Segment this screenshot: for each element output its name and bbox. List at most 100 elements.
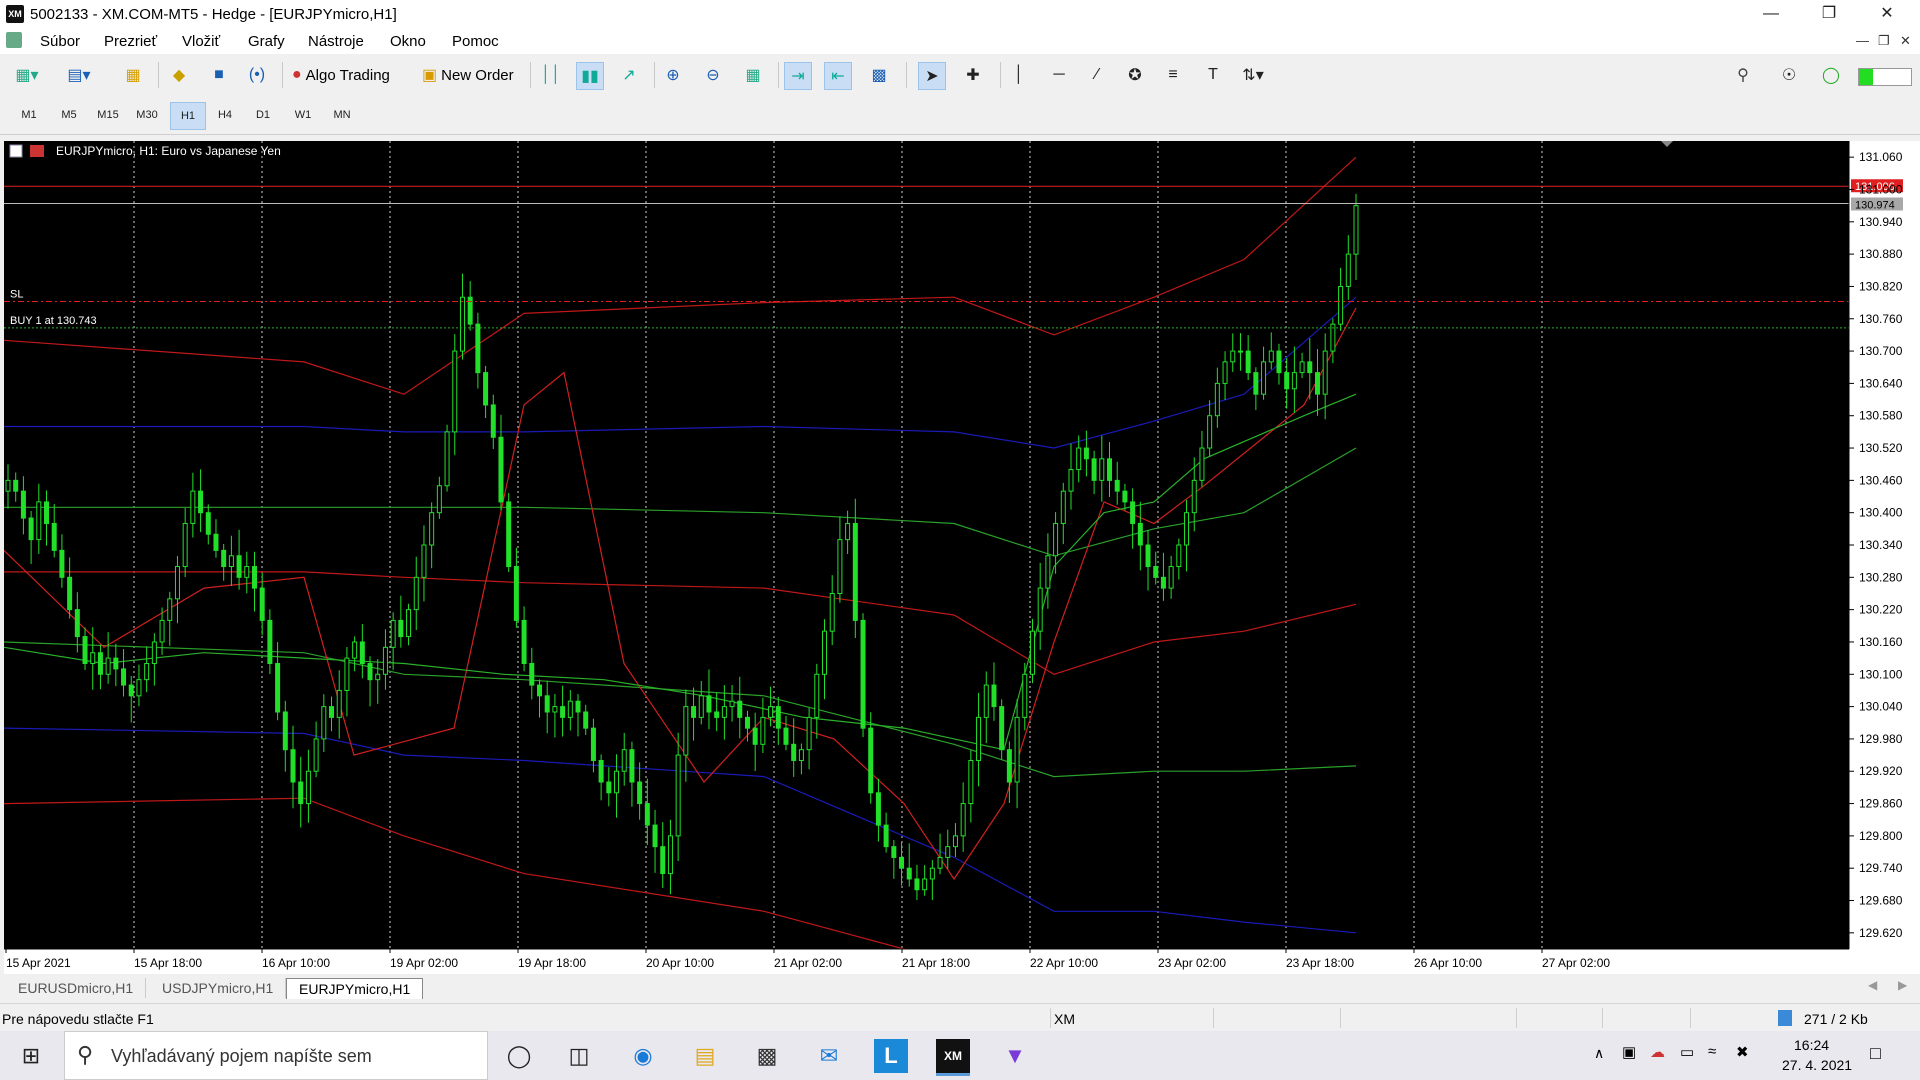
y-tick-label: 129.860 [1859, 797, 1903, 811]
candle-body-bull [837, 539, 843, 594]
zoom-out-icon[interactable]: ⊖ [700, 62, 726, 88]
period-d1[interactable]: D1 [246, 102, 280, 128]
candle-body-bull [105, 657, 111, 675]
y-tick-label: 130.520 [1859, 441, 1903, 455]
vpn-app-icon[interactable]: ▼ [998, 1039, 1032, 1073]
search-icon[interactable]: ⚲ [1730, 62, 1756, 88]
menu-insert[interactable]: Vložiť [182, 33, 220, 50]
mdi-minimize-button[interactable]: — [1856, 33, 1869, 48]
menu-file[interactable]: Súbor [40, 33, 80, 50]
menu-help[interactable]: Pomoc [452, 33, 499, 50]
tray-network-alert-icon[interactable]: ☁ [1650, 1043, 1665, 1061]
profiles-icon[interactable]: ▤▾ [66, 62, 92, 88]
plot-area[interactable] [4, 141, 1849, 949]
chart-window-icon[interactable] [6, 32, 22, 48]
tab-eurusd[interactable]: EURUSDmicro,H1 [6, 978, 147, 998]
app-l-icon[interactable]: L [874, 1039, 908, 1073]
tray-volume-mute-icon[interactable]: ✖ [1736, 1043, 1749, 1061]
period-h4[interactable]: H4 [208, 102, 242, 128]
period-m30[interactable]: M30 [130, 102, 164, 128]
restore-button[interactable]: ❐ [1806, 0, 1852, 28]
period-mn[interactable]: MN [325, 102, 359, 128]
tray-wifi-icon[interactable]: ≈ [1708, 1043, 1716, 1060]
menu-window[interactable]: Okno [390, 33, 426, 50]
mdi-restore-button[interactable]: ❐ [1878, 33, 1890, 49]
period-m15[interactable]: M15 [91, 102, 125, 128]
zoom-in-icon[interactable]: ⊕ [660, 62, 686, 88]
candlestick-chart-icon[interactable]: ▮▮ [576, 62, 604, 90]
candle-body-bull [1222, 361, 1228, 384]
candle-body-bull [1191, 479, 1197, 514]
vertical-line-icon[interactable]: │ [1006, 62, 1032, 88]
file-explorer-icon[interactable]: ▤ [688, 1039, 722, 1073]
candle-body-bull [567, 700, 573, 718]
tile-windows-icon[interactable]: ▦ [740, 62, 766, 88]
new-order-button[interactable]: ▣ New Order [418, 62, 518, 88]
task-view-icon[interactable]: ◫ [562, 1039, 596, 1073]
horizontal-line-icon[interactable]: ─ [1046, 62, 1072, 88]
lvl-icon[interactable]: ◯ [1818, 62, 1844, 88]
period-m1[interactable]: M1 [12, 102, 46, 128]
notifications-icon[interactable]: □ [1870, 1043, 1881, 1064]
minimize-button[interactable]: — [1748, 0, 1794, 28]
tray-battery-icon[interactable]: ▭ [1680, 1043, 1694, 1061]
tab-usdjpy[interactable]: USDJPYmicro,H1 [150, 978, 287, 998]
menu-tools[interactable]: Nástroje [308, 33, 364, 50]
cortana-icon[interactable]: ◯ [502, 1039, 536, 1073]
arrows-tool-icon[interactable]: ⇅▾ [1240, 62, 1266, 88]
chart-window[interactable]: SL BUY 1 at 130.743 131.006 130.974 131.060… [4, 141, 1920, 974]
candle-body-bull [667, 835, 673, 875]
fibonacci-icon[interactable]: ✪ [1122, 62, 1148, 88]
channels-icon[interactable]: ≡ [1160, 62, 1186, 88]
edge-icon[interactable]: ◉ [626, 1039, 660, 1073]
chart-shift-icon[interactable]: ⇤ [824, 62, 852, 90]
period-m5[interactable]: M5 [52, 102, 86, 128]
candle-body-bull [190, 490, 196, 524]
market-watch-icon[interactable]: ▦ [120, 62, 146, 88]
close-button[interactable]: ✕ [1864, 0, 1910, 28]
bar-chart-icon[interactable]: ││ [538, 62, 564, 88]
candle-body-bear [1107, 458, 1113, 481]
autoscroll-icon[interactable]: ⇥ [784, 62, 812, 90]
templates-icon[interactable]: ▩ [866, 62, 892, 88]
mail-icon[interactable]: ✉ [812, 1039, 846, 1073]
candle-body-bull [768, 706, 774, 718]
navigator-icon[interactable]: ■ [206, 62, 232, 88]
tab-eurjpy[interactable]: EURJPYmicro,H1 [286, 978, 424, 999]
line-chart-icon[interactable]: ↗ [616, 62, 642, 88]
new-chart-icon[interactable]: ▦▾ [14, 62, 40, 88]
tab-scroll-right-icon[interactable]: ▶ [1898, 978, 1907, 992]
xm-app-icon[interactable]: XM [936, 1039, 970, 1076]
menu-charts[interactable]: Grafy [248, 33, 285, 50]
candle-body-bear [883, 824, 889, 848]
candle-body-bear [1083, 447, 1089, 460]
taskbar-search[interactable]: ⚲ Vyhľadávaný pojem napíšte sem [64, 1031, 488, 1080]
text-tool-icon[interactable]: T [1200, 62, 1226, 88]
account-icon[interactable]: ☉ [1776, 62, 1802, 88]
crosshair-icon[interactable]: ✚ [960, 62, 986, 88]
tray-date[interactable]: 27. 4. 2021 [1782, 1057, 1852, 1073]
store-icon[interactable]: ▩ [750, 1039, 784, 1073]
candle-body-bull [1076, 447, 1082, 471]
tab-scroll-left-icon[interactable]: ◀ [1868, 978, 1877, 992]
signals-icon[interactable]: (•) [244, 62, 270, 88]
tray-time[interactable]: 16:24 [1794, 1037, 1829, 1053]
tray-chevron-icon[interactable]: ∧ [1594, 1045, 1604, 1062]
tray-camera-icon[interactable]: ▣ [1622, 1043, 1636, 1061]
candle-body-bull [1345, 253, 1351, 287]
menu-view[interactable]: Prezrieť [104, 33, 157, 50]
data-window-icon[interactable]: ◆ [166, 62, 192, 88]
price-chart[interactable]: SLBUY 1 at 130.743131.006130.974 131.060… [4, 141, 1920, 974]
windows-start-icon[interactable]: ⊞ [14, 1039, 48, 1073]
trend-line-icon[interactable]: ∕ [1084, 62, 1110, 88]
candle-body-bull [1037, 587, 1043, 632]
candle-body-bull [1268, 350, 1274, 363]
period-w1[interactable]: W1 [286, 102, 320, 128]
period-h1[interactable]: H1 [170, 102, 206, 130]
candle-body-bull [459, 296, 465, 352]
cursor-icon[interactable]: ➤ [918, 62, 946, 90]
app-icon[interactable]: XM [6, 5, 24, 23]
candle-body-bull [675, 754, 681, 837]
mdi-close-button[interactable]: ✕ [1900, 33, 1911, 49]
algo-trading-button[interactable]: ● Algo Trading [288, 62, 394, 88]
